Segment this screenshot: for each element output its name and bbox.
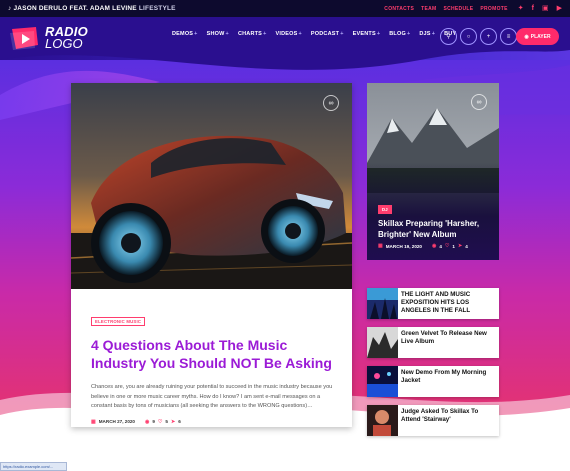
post-thumbnail bbox=[367, 288, 398, 319]
top-link-team[interactable]: TEAM bbox=[421, 6, 436, 12]
browser-status-bar: https://radio.example.com/... bbox=[0, 462, 67, 471]
category-badge[interactable]: ELECTRONIC MUSIC bbox=[91, 317, 146, 326]
search-icon[interactable]: ⚲ bbox=[440, 28, 457, 45]
link-icon[interactable]: ∞ bbox=[323, 95, 339, 111]
heart-icon[interactable]: ♡ bbox=[158, 419, 162, 425]
youtube-icon[interactable]: ▶ bbox=[557, 5, 562, 12]
site-logo[interactable]: RADIO LOGO bbox=[8, 25, 88, 51]
side-post-likes: 1 bbox=[452, 243, 455, 249]
site-header: RADIO LOGO DEMOS+ SHOW+ CHARTS+ VIDEOS+ … bbox=[0, 17, 570, 59]
featured-post-card[interactable]: ∞ ELECTRONIC MUSIC 4 Questions About The… bbox=[71, 83, 352, 427]
post-views: 9 bbox=[152, 419, 155, 424]
link-icon[interactable]: ∞ bbox=[471, 94, 487, 110]
list-item-title: Judge Asked To Skillax To Attend 'Stairw… bbox=[401, 408, 479, 423]
nav-item-show[interactable]: SHOW+ bbox=[207, 31, 229, 37]
heart-icon[interactable]: ♡ bbox=[445, 243, 449, 249]
list-item-title: New Demo From My Morning Jacket bbox=[401, 369, 487, 384]
twitter-icon[interactable]: ✦ bbox=[518, 5, 524, 12]
share-icon[interactable]: ➤ bbox=[171, 419, 175, 425]
music-note-icon: ♪ bbox=[8, 5, 12, 12]
side-post-views: 4 bbox=[439, 243, 442, 249]
top-link-promote[interactable]: PROMOTE bbox=[480, 6, 507, 12]
side-post-title[interactable]: Skillax Preparing 'Harsher, Brighter' Ne… bbox=[378, 218, 490, 240]
facebook-icon[interactable]: f bbox=[532, 5, 534, 12]
now-playing-song: LIFESTYLE bbox=[138, 5, 176, 12]
eye-icon: ◉ bbox=[145, 418, 150, 425]
nav-item-videos[interactable]: VIDEOS+ bbox=[275, 31, 301, 37]
side-post-meta: ▦ MARCH 19, 2020 ◉ 4 ♡ 1 ➤ 4 bbox=[378, 243, 468, 249]
instagram-icon[interactable]: ▣ bbox=[542, 5, 549, 12]
post-date: MARCH 27, 2020 bbox=[98, 419, 135, 424]
player-icon: ◉ bbox=[524, 33, 529, 40]
top-link-contacts[interactable]: CONTACTS bbox=[384, 6, 414, 12]
main-nav: DEMOS+ SHOW+ CHARTS+ VIDEOS+ PODCAST+ EV… bbox=[172, 31, 456, 37]
top-bar: ♪ JASON DERULO FEAT. ADAM LEVINE LIFESTY… bbox=[0, 0, 570, 17]
nav-item-djs[interactable]: DJS+ bbox=[419, 31, 435, 37]
side-featured-post[interactable]: ∞ DJ Skillax Preparing 'Harsher, Brighte… bbox=[367, 83, 499, 260]
featured-post-body: ELECTRONIC MUSIC 4 Questions About The M… bbox=[91, 310, 336, 425]
player-button[interactable]: ◉ PLAYER bbox=[516, 28, 559, 45]
player-label: PLAYER bbox=[530, 33, 551, 40]
list-item-title: THE LIGHT AND MUSIC EXPOSITION HITS LOS … bbox=[401, 291, 471, 314]
post-title[interactable]: 4 Questions About The Music Industry You… bbox=[91, 336, 336, 372]
cart-icon[interactable]: ○ bbox=[460, 28, 477, 45]
calendar-icon: ▦ bbox=[91, 418, 96, 425]
share-icon[interactable]: ➤ bbox=[458, 243, 462, 249]
side-post-shares: 4 bbox=[465, 243, 468, 249]
post-excerpt: Chances are, you are already ruining you… bbox=[91, 384, 333, 409]
nav-item-blog[interactable]: BLOG+ bbox=[389, 31, 410, 37]
header-icon-buttons: ⚲ ○ + ≡ bbox=[440, 28, 517, 45]
list-item[interactable]: THE LIGHT AND MUSIC EXPOSITION HITS LOS … bbox=[367, 288, 499, 319]
nav-item-podcast[interactable]: PODCAST+ bbox=[311, 31, 344, 37]
logo-line-2: LOGO bbox=[45, 36, 83, 51]
nav-item-demos[interactable]: DEMOS+ bbox=[172, 31, 198, 37]
nav-item-charts[interactable]: CHARTS+ bbox=[238, 31, 267, 37]
add-icon[interactable]: + bbox=[480, 28, 497, 45]
social-links: ✦ f ▣ ▶ bbox=[518, 5, 562, 12]
top-links: CONTACTS TEAM SCHEDULE PROMOTE bbox=[384, 6, 507, 12]
calendar-icon: ▦ bbox=[378, 243, 383, 249]
car-image[interactable] bbox=[71, 83, 352, 289]
post-meta: ▦ MARCH 27, 2020 ◉ 9 ♡ 5 ➤ 6 bbox=[91, 419, 336, 425]
list-item[interactable]: New Demo From My Morning Jacket bbox=[367, 366, 499, 397]
post-thumbnail bbox=[367, 405, 398, 436]
post-shares: 6 bbox=[178, 419, 181, 424]
play-logo-icon bbox=[10, 27, 38, 50]
now-playing-artist: JASON DERULO FEAT. ADAM LEVINE bbox=[13, 5, 137, 12]
menu-icon[interactable]: ≡ bbox=[500, 28, 517, 45]
post-likes: 5 bbox=[165, 419, 168, 424]
top-link-schedule[interactable]: SCHEDULE bbox=[443, 6, 473, 12]
post-thumbnail bbox=[367, 366, 398, 397]
category-badge[interactable]: DJ bbox=[378, 205, 392, 214]
post-thumbnail bbox=[367, 327, 398, 358]
eye-icon: ◉ bbox=[432, 243, 437, 249]
side-post-date: MARCH 19, 2020 bbox=[385, 243, 422, 249]
list-item[interactable]: Judge Asked To Skillax To Attend 'Stairw… bbox=[367, 405, 499, 436]
list-item-title: Green Velvet To Release New Live Album bbox=[401, 330, 487, 345]
now-playing[interactable]: ♪ JASON DERULO FEAT. ADAM LEVINE LIFESTY… bbox=[8, 5, 176, 12]
nav-item-events[interactable]: EVENTS+ bbox=[353, 31, 381, 37]
list-item[interactable]: Green Velvet To Release New Live Album bbox=[367, 327, 499, 358]
